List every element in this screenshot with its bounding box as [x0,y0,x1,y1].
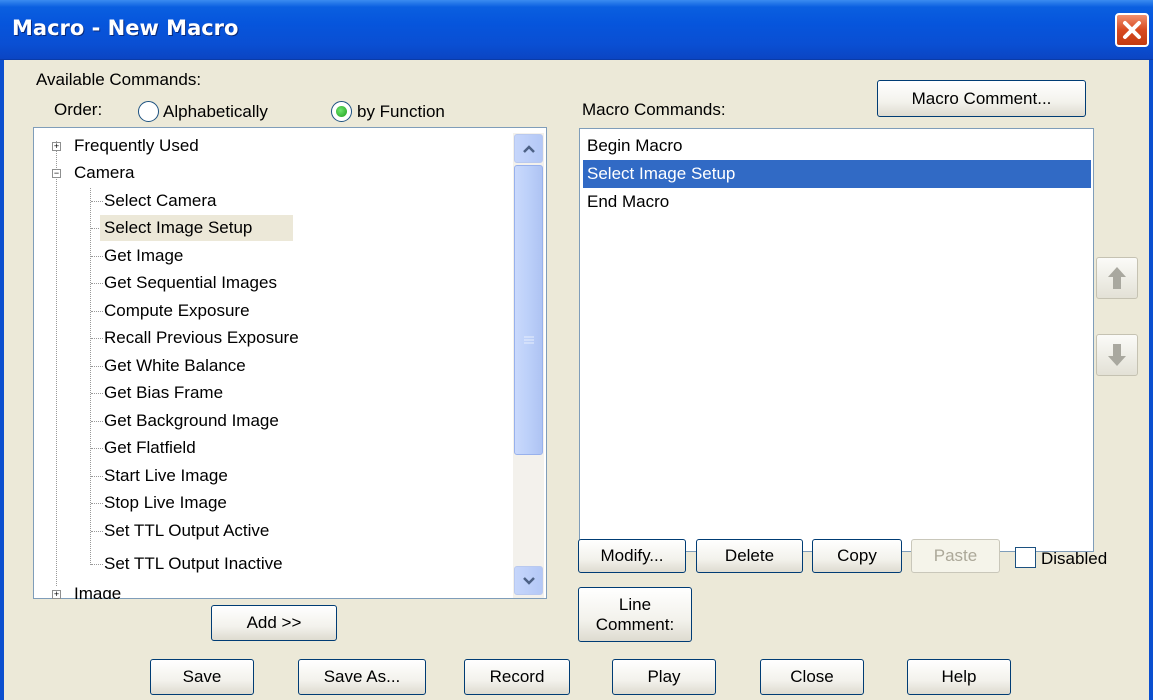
macro-commands-label: Macro Commands: [582,100,726,119]
modify-button[interactable]: Modify... [578,539,686,573]
tree-group-label: Image [74,584,122,599]
tree-branch [91,256,103,257]
macro-dialog: Macro - New Macro Available Commands: Or… [0,0,1153,700]
tree-connector [56,141,57,586]
copy-button[interactable]: Copy [812,539,902,573]
tree-item-label: Get Image [104,246,184,265]
tree-item-label: Start Live Image [104,466,228,485]
tree-scrollbar[interactable] [513,133,544,598]
radio-alphabetically[interactable] [138,101,159,122]
window-frame-left [0,60,4,700]
tree-item-label: Select Image Setup [104,218,253,237]
tree-item-label: Get Bias Frame [104,383,224,402]
tree-group-label: Camera [74,163,135,182]
close-button[interactable]: Close [760,659,864,695]
tree-branch [91,503,103,504]
tree-branch [91,393,103,394]
tree-connector [90,188,91,565]
arrow-up-icon [1108,267,1126,289]
tree-branch [91,564,103,565]
radio-selected-dot [336,106,347,117]
chevron-up-icon [522,144,535,153]
scroll-thumb[interactable] [514,165,543,455]
record-button[interactable]: Record [464,659,570,695]
close-icon [1123,21,1141,39]
tree-branch [91,366,103,367]
tree-branch [91,201,103,202]
line-comment-button[interactable]: Line Comment: [578,587,692,642]
radio-by-function[interactable] [331,101,352,122]
play-button[interactable]: Play [612,659,716,695]
add-button[interactable]: Add >> [211,605,337,641]
macro-command-row[interactable]: Begin Macro [583,132,1091,160]
save-button[interactable]: Save [150,659,254,695]
tree-item-label: Compute Exposure [104,301,250,320]
macro-command-row-selected[interactable]: Select Image Setup [583,160,1091,188]
title-bar[interactable]: Macro - New Macro [0,0,1153,60]
grip-icon [524,336,534,344]
expand-plus-icon[interactable]: + [52,590,61,599]
delete-button[interactable]: Delete [696,539,803,573]
paste-button[interactable]: Paste [911,539,1000,573]
tree-item-label: Set TTL Output Active [104,521,270,540]
tree-group-frequently-used[interactable]: + Frequently Used [34,133,514,159]
tree-branch [91,338,103,339]
window-frame-right [1149,60,1153,700]
tree-group-camera[interactable]: − Camera [34,160,514,186]
disabled-checkbox-label[interactable]: Disabled [1041,549,1107,569]
save-as-button[interactable]: Save As... [298,659,426,695]
macro-command-row[interactable]: End Macro [583,188,1091,216]
tree-item-label: Recall Previous Exposure [104,328,299,347]
tree-branch [91,531,103,532]
scroll-down-button[interactable] [514,566,543,595]
radio-alphabetically-label[interactable]: Alphabetically [163,102,268,122]
tree-branch [91,476,103,477]
tree-item-select-image-setup[interactable]: Select Image Setup [100,215,293,241]
available-commands-label: Available Commands: [36,70,202,89]
tree-content: + Frequently Used − Camera Select Camera… [34,128,546,599]
window-title: Macro - New Macro [12,16,239,40]
tree-item-label: Get Flatfield [104,438,196,457]
tree-branch [91,311,103,312]
tree-item-label: Select Camera [104,191,217,210]
tree-group-image[interactable]: + Image [34,581,514,599]
tree-branch [91,283,103,284]
close-window-button[interactable] [1115,13,1149,47]
line-comment-label-line2: Comment: [595,614,675,634]
macro-comment-button[interactable]: Macro Comment... [877,80,1086,117]
tree-branch [91,421,103,422]
collapse-minus-icon[interactable]: − [52,169,61,178]
line-comment-label-line1: Line [618,594,652,614]
arrow-down-icon [1108,344,1126,366]
tree-item-label: Stop Live Image [104,493,227,512]
radio-by-function-label[interactable]: by Function [357,102,445,122]
expand-plus-icon[interactable]: + [52,142,61,151]
move-up-button[interactable] [1096,257,1138,299]
tree-item-label: Set TTL Output Inactive [104,554,283,573]
macro-commands-list[interactable]: Begin Macro Select Image Setup End Macro [579,128,1094,552]
tree-item-label: Get Background Image [104,411,279,430]
scroll-up-button[interactable] [514,134,543,163]
help-button[interactable]: Help [907,659,1011,695]
disabled-checkbox[interactable] [1015,547,1036,568]
tree-item-label: Get White Balance [104,356,246,375]
move-down-button[interactable] [1096,334,1138,376]
tree-branch [91,448,103,449]
chevron-down-icon [522,576,535,585]
tree-group-label: Frequently Used [74,136,199,155]
order-label: Order: [54,100,103,119]
tree-item-label: Get Sequential Images [104,273,277,292]
